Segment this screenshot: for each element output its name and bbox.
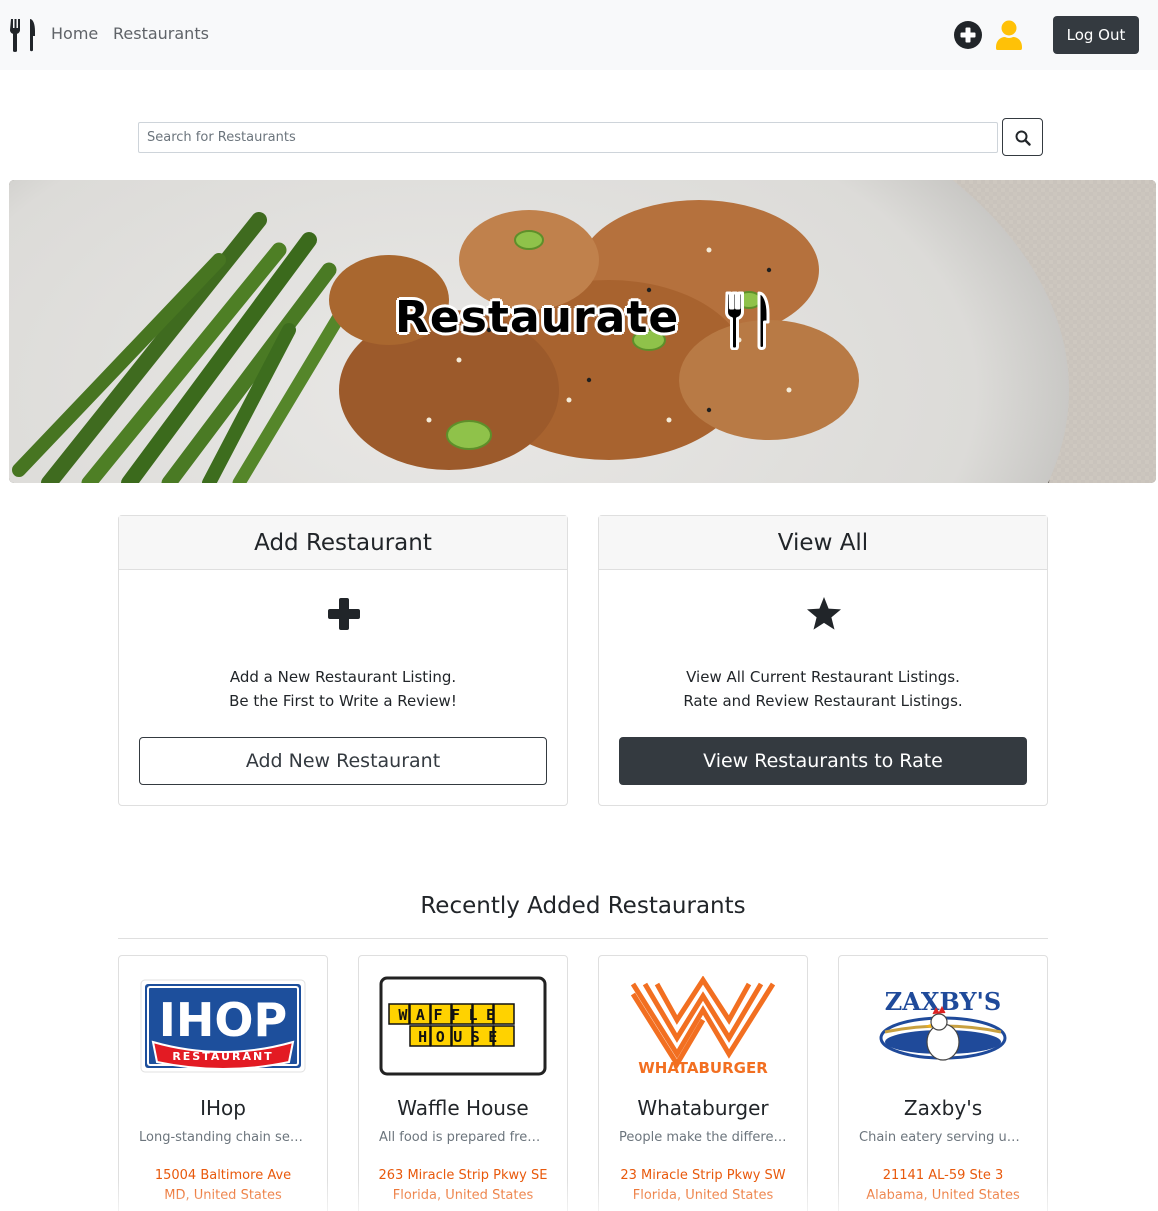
card-description: Be the First to Write a Review! (229, 692, 457, 710)
svg-text:WAFFLE: WAFFLE (398, 1006, 503, 1024)
ihop-logo: IHOP RESTAURANT (140, 979, 306, 1073)
logo-text: IHOP (159, 993, 287, 1047)
card-description: Rate and Review Restaurant Listings. (683, 692, 963, 710)
card-description: Add a New Restaurant Listing. (229, 668, 457, 686)
card-header: Add Restaurant (119, 516, 567, 570)
restaurant-name[interactable]: IHop (119, 1096, 327, 1120)
logout-button[interactable]: Log Out (1053, 16, 1139, 54)
view-all-card: View All View All Current Restaurant Lis… (598, 515, 1048, 806)
restaurant-description: All food is prepared fresh to order (379, 1130, 547, 1145)
waffle-house-logo: WAFFLE HOUSE (379, 976, 547, 1076)
logo-text: WHATABURGER (638, 1059, 768, 1076)
restaurant-description: Long-standing chain serving classic Amer… (139, 1130, 307, 1145)
navbar: Home Restaurants Log Out (0, 0, 1158, 70)
restaurant-address: 23 Miracle Strip Pkwy SW (620, 1168, 786, 1183)
restaurant-address: MD, United States (164, 1188, 282, 1203)
utensils-icon[interactable] (10, 18, 36, 52)
divider (118, 938, 1048, 939)
restaurant-address: Florida, United States (392, 1188, 534, 1203)
restaurant-address: Florida, United States (632, 1188, 774, 1203)
restaurant-description: People make the difference at Whataburge… (619, 1130, 787, 1145)
restaurant-address: 263 Miracle Strip Pkwy SE (378, 1168, 548, 1183)
restaurant-description: Chain eatery serving up chicken fingers … (859, 1130, 1027, 1145)
logo-text: RESTAURANT (172, 1050, 273, 1063)
restaurant-address: 15004 Baltimore Ave (154, 1168, 292, 1183)
restaurant-name[interactable]: Whataburger (599, 1096, 807, 1120)
zaxbys-logo: ZAXBY'S (879, 987, 1007, 1061)
nav-restaurants-link[interactable]: Restaurants (113, 24, 209, 43)
hero-title: Restaurate (395, 292, 680, 343)
section-title: Recently Added Restaurants (420, 893, 746, 919)
restaurant-card[interactable]: WHATABURGER Whataburger People make the … (598, 955, 808, 1211)
star-icon (807, 597, 841, 630)
utensils-icon (725, 291, 770, 350)
restaurant-address: 21141 AL-59 Ste 3 (882, 1168, 1004, 1183)
add-restaurant-card: Add Restaurant Add a New Restaurant List… (118, 515, 568, 806)
whataburger-logo: WHATABURGER (630, 976, 776, 1076)
plus-icon (328, 598, 360, 630)
user-icon[interactable] (996, 20, 1022, 50)
svg-text:HOUSE: HOUSE (418, 1028, 506, 1046)
nav-home-link[interactable]: Home (51, 24, 98, 43)
restaurant-address: Alabama, United States (866, 1188, 1020, 1203)
card-header: View All (599, 516, 1047, 570)
search-input[interactable] (138, 122, 998, 153)
restaurant-card[interactable]: ZAXBY'S Zaxby's Chain eatery serving up … (838, 955, 1048, 1211)
card-description: View All Current Restaurant Listings. (686, 668, 960, 686)
restaurant-card[interactable]: WAFFLE HOUSE Waffle House All food is pr… (358, 955, 568, 1211)
restaurant-name[interactable]: Waffle House (359, 1096, 567, 1120)
search-button[interactable] (1002, 118, 1043, 156)
add-new-restaurant-button[interactable]: Add New Restaurant (139, 737, 547, 785)
restaurant-card[interactable]: IHOP RESTAURANT IHop Long-standing chain… (118, 955, 328, 1211)
plus-circle-icon[interactable] (954, 21, 982, 49)
view-restaurants-button[interactable]: View Restaurants to Rate (619, 737, 1027, 785)
search-icon (1015, 130, 1031, 146)
restaurant-name[interactable]: Zaxby's (839, 1096, 1047, 1120)
